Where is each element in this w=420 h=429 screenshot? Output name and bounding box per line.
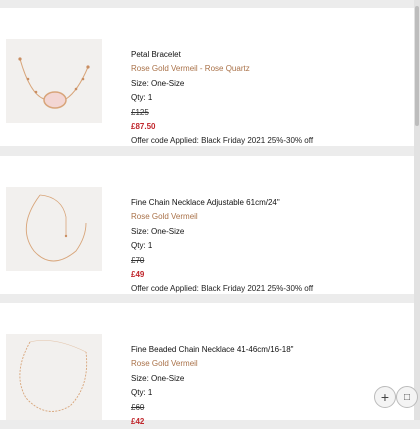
original-price: £70 <box>131 255 145 265</box>
product-name[interactable]: Petal Bracelet <box>131 48 313 62</box>
product-qty: Qty: 1 <box>131 241 153 251</box>
sale-price: £42 <box>131 417 145 427</box>
original-price: £125 <box>131 107 149 117</box>
product-variant: Rose Gold Vermeil <box>131 359 198 369</box>
offer-text: Offer code Applied: Black Friday 2021 25… <box>131 136 314 146</box>
product-name[interactable]: Fine Beaded Chain Necklace 41-46cm/16-18… <box>131 343 294 357</box>
product-image[interactable] <box>6 39 102 123</box>
cart-item: Petal Bracelet Rose Gold Vermeil - Rose … <box>0 8 414 146</box>
sale-price: £87.50 <box>131 122 156 132</box>
scrollbar[interactable] <box>414 0 420 420</box>
offer-text: Offer code Applied: Black Friday 2021 25… <box>131 284 314 294</box>
product-name[interactable]: Fine Chain Necklace Adjustable 61cm/24" <box>131 196 313 210</box>
sale-price: £49 <box>131 270 145 280</box>
original-price: £60 <box>131 402 145 412</box>
cart-item: Fine Beaded Chain Necklace 41-46cm/16-18… <box>0 303 414 426</box>
cart-item: Fine Chain Necklace Adjustable 61cm/24" … <box>0 156 414 294</box>
scrollbar-thumb[interactable] <box>415 6 419 126</box>
product-size: Size: One-Size <box>131 226 185 236</box>
copy-icon[interactable]: □ <box>396 386 418 408</box>
product-size: Size: One-Size <box>131 78 185 88</box>
product-variant: Rose Gold Vermeil - Rose Quartz <box>131 64 250 74</box>
plus-icon[interactable]: + <box>374 386 396 408</box>
product-image[interactable] <box>6 187 102 271</box>
product-variant: Rose Gold Vermeil <box>131 212 198 222</box>
product-qty: Qty: 1 <box>131 93 153 103</box>
product-qty: Qty: 1 <box>131 388 153 398</box>
product-size: Size: One-Size <box>131 373 185 383</box>
product-image[interactable] <box>6 334 102 420</box>
